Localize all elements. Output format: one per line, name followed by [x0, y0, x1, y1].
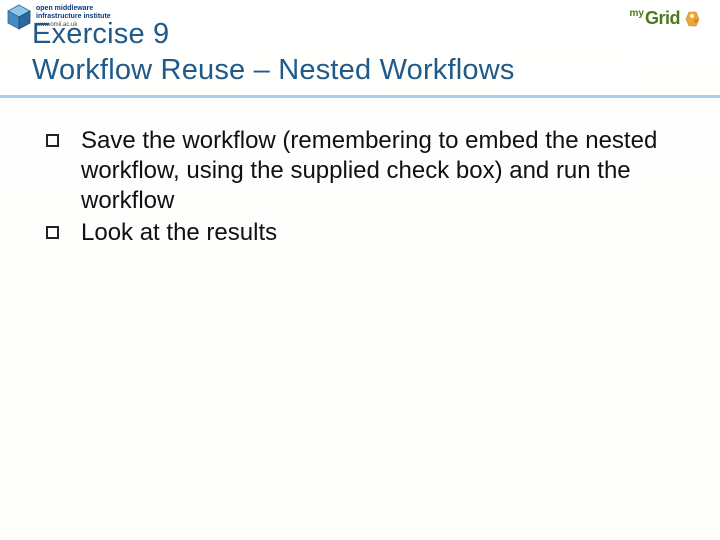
- mygrid-grid: Grid: [645, 8, 680, 28]
- list-item: Look at the results: [46, 218, 680, 248]
- title-line2: Workflow Reuse – Nested Workflows: [32, 52, 515, 88]
- content-area: Save the workflow (remembering to embed …: [0, 98, 720, 248]
- omii-line1: open middleware: [36, 5, 111, 13]
- bullet-text: Look at the results: [81, 218, 277, 248]
- bullet-text: Save the workflow (remembering to embed …: [81, 126, 680, 216]
- square-bullet-icon: [46, 226, 59, 239]
- mygrid-logo: myGrid: [630, 8, 702, 29]
- mygrid-my: my: [630, 8, 644, 19]
- square-bullet-icon: [46, 134, 59, 147]
- cube-icon: [6, 4, 32, 30]
- hex-icon: [684, 10, 702, 28]
- list-item: Save the workflow (remembering to embed …: [46, 126, 680, 216]
- header: open middleware infrastructure institute…: [0, 0, 720, 98]
- slide: open middleware infrastructure institute…: [0, 0, 720, 540]
- title-line1: Exercise 9: [32, 16, 515, 52]
- slide-title: Exercise 9 Workflow Reuse – Nested Workf…: [32, 16, 515, 89]
